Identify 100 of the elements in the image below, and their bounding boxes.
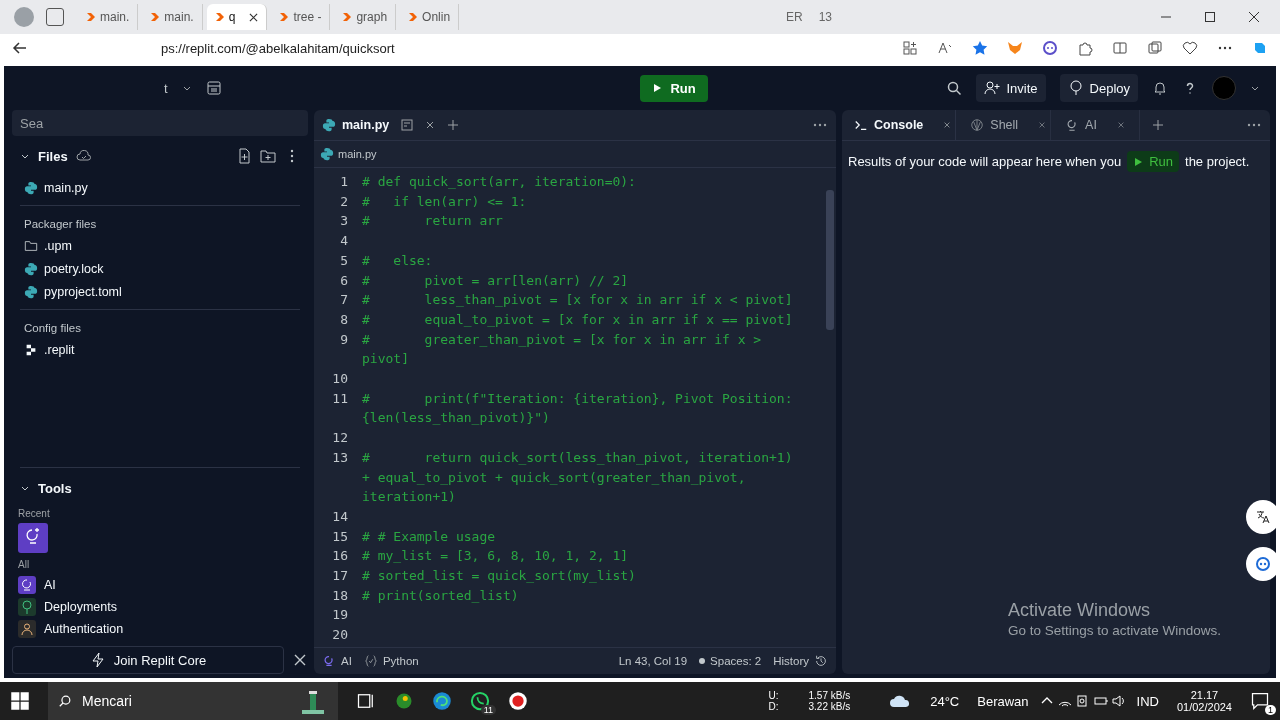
windows-start-icon[interactable] <box>10 691 30 711</box>
new-folder-icon[interactable] <box>260 148 276 164</box>
browser-tab[interactable]: q <box>206 4 268 30</box>
scrollbar[interactable] <box>826 190 834 330</box>
upload-rate: 1.57 kB/s <box>808 690 851 701</box>
collections-icon[interactable] <box>1147 40 1163 56</box>
code-line: # sorted_list = quick_sort(my_list) <box>362 567 637 586</box>
code-line: # my_list = [3, 6, 8, 10, 1, 2, 1] <box>362 547 630 566</box>
file-item[interactable]: main.py <box>12 176 308 199</box>
file-item[interactable]: poetry.lock <box>12 257 308 280</box>
line-number: 6 <box>339 271 348 290</box>
search-field[interactable]: Sea <box>12 110 308 136</box>
console-message: Results of your code will appear here when you <box>848 154 1122 169</box>
line-number: 9 <box>339 330 348 349</box>
new-file-icon[interactable] <box>236 148 252 164</box>
browser-tab[interactable]: graph <box>334 4 397 30</box>
file-item[interactable]: .replit <box>12 338 308 361</box>
join-replit-core-button[interactable]: Join Replit Core <box>12 646 284 674</box>
indent-status[interactable]: Spaces: 2 <box>699 655 762 667</box>
all-label: All <box>17 558 31 572</box>
python-file-icon <box>24 261 38 276</box>
ai-status[interactable]: AI <box>322 654 352 668</box>
line-number: 20 <box>331 626 348 645</box>
back-arrow-icon[interactable] <box>12 40 28 56</box>
bell-icon[interactable] <box>1152 80 1168 96</box>
line-number: 4 <box>339 232 348 251</box>
run-button[interactable]: Run <box>640 74 708 102</box>
code-line: # return arr <box>362 212 504 231</box>
breadcrumb[interactable]: main.py <box>314 141 836 168</box>
puzzle-icon[interactable] <box>1077 40 1093 56</box>
search-icon[interactable] <box>946 80 963 96</box>
braces-check-icon <box>363 654 378 668</box>
layout-icon[interactable] <box>205 80 222 96</box>
tool-item[interactable]: Deployments <box>12 596 308 618</box>
cursor-position[interactable]: Ln 43, Col 19 <box>618 655 688 667</box>
history-icon <box>814 654 828 668</box>
record-icon[interactable] <box>508 691 528 711</box>
input-language[interactable]: IND <box>1136 693 1159 709</box>
close-icon[interactable] <box>1248 11 1260 23</box>
apps-icon[interactable] <box>902 40 918 56</box>
code-line: # less_than_pivot = [x for x in arr if x < pivot] <box>362 291 794 310</box>
history-button[interactable]: History <box>773 654 828 668</box>
chevron-logo-icon <box>279 12 290 22</box>
preview-icon[interactable] <box>399 117 416 133</box>
play-icon <box>652 83 663 93</box>
browser-tab[interactable]: main. <box>142 4 203 30</box>
editor-tab[interactable]: main.py <box>322 118 390 132</box>
ai-tool-icon[interactable] <box>18 523 48 553</box>
close-icon[interactable] <box>425 120 436 130</box>
robot-icon[interactable] <box>1042 40 1058 56</box>
browser-tab[interactable]: 13 <box>812 10 838 24</box>
browser-tab[interactable]: ER <box>779 10 809 24</box>
browser-tab[interactable]: Onlin <box>400 4 460 30</box>
close-icon[interactable] <box>249 12 259 22</box>
balloon-icon <box>18 598 36 616</box>
browser-tab[interactable]: main. <box>78 4 139 30</box>
language-status[interactable]: Python <box>363 654 419 668</box>
file-item[interactable]: pyproject.toml <box>12 280 308 303</box>
heart-icon[interactable] <box>1182 40 1198 56</box>
code-line: # print(f"Iteration: {iteration}, Pivot Position: {len(less_than_pivot)}") <box>362 389 794 428</box>
deploy-button[interactable]: Deploy <box>1059 74 1138 102</box>
workspaces-icon[interactable] <box>46 8 64 26</box>
project-name[interactable]: t <box>164 80 168 96</box>
split-screen-icon[interactable] <box>1112 40 1128 56</box>
run-button[interactable]: Run <box>1127 151 1179 172</box>
browser-tab[interactable]: tree - <box>271 4 331 30</box>
code-line: # # Example usage <box>362 527 497 546</box>
fox-icon[interactable] <box>1007 40 1023 56</box>
file-item[interactable]: .upm <box>12 234 308 257</box>
code-line: # equal_to_pivot = [x for x in arr if x == pivot] <box>362 310 794 329</box>
taskbar-search-field[interactable]: Mencari <box>48 682 338 720</box>
chevron-logo-icon <box>86 12 96 22</box>
task-view-icon[interactable] <box>356 691 376 711</box>
add-person-icon <box>984 80 1001 96</box>
section-heading: Config files <box>23 321 82 336</box>
weather-condition[interactable]: Berawan <box>977 693 1029 709</box>
clock[interactable]: 21.17 01/02/2024 <box>1176 689 1232 713</box>
invite-button[interactable]: Invite <box>976 74 1046 102</box>
cloud-check-icon <box>75 148 92 164</box>
close-icon[interactable] <box>292 652 308 668</box>
line-number: 3 <box>339 212 348 231</box>
line-number: 19 <box>331 606 348 625</box>
notification-icon[interactable] <box>1250 691 1270 711</box>
speaker-icon[interactable] <box>1110 693 1127 709</box>
tool-item[interactable]: AI <box>12 574 308 596</box>
read-aloud-icon[interactable] <box>937 40 953 56</box>
temperature[interactable]: 24°C <box>930 693 960 709</box>
console-tab[interactable]: AI <box>1061 110 1141 140</box>
console-message: the project. <box>1185 154 1250 169</box>
browser-icon[interactable] <box>432 691 452 711</box>
star-icon[interactable] <box>972 40 988 56</box>
address-field[interactable]: ps://replit.com/@abelkalahitam/quicksort <box>47 40 395 56</box>
python-file-icon <box>320 147 334 161</box>
tool-item[interactable]: Authentication <box>12 618 308 640</box>
files-heading: Files <box>38 148 68 164</box>
console-tab[interactable]: Shell <box>966 110 1052 140</box>
line-number: 5 <box>339 251 348 270</box>
chevron-logo-icon <box>150 12 161 22</box>
maximize-icon[interactable] <box>1204 11 1216 23</box>
lightning-icon <box>89 652 106 668</box>
